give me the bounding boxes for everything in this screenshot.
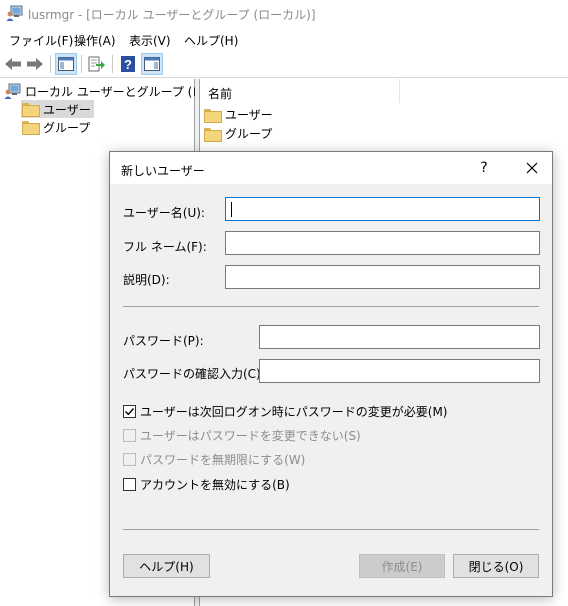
checkbox-label: アカウントを無効にする(B) (140, 478, 290, 492)
confirm-password-input[interactable] (259, 359, 540, 383)
tree-item-groups[interactable]: グループ (21, 118, 93, 136)
description-input[interactable] (225, 265, 540, 289)
tree-item-label: グループ (43, 120, 91, 135)
back-arrow-icon (5, 58, 21, 70)
must-change-password-checkbox[interactable]: ユーザーは次回ログオン時にパスワードの変更が必要(M) (123, 403, 447, 420)
list-item[interactable]: グループ (204, 125, 272, 142)
column-header-label: 名前 (208, 87, 233, 101)
checkbox-label: パスワードを無期限にする(W) (140, 453, 306, 467)
dialog-title: 新しいユーザー (121, 164, 205, 178)
show-hide-console-tree-button[interactable] (55, 53, 77, 75)
tree-item-label: ユーザー (43, 102, 91, 117)
password-never-expires-checkbox[interactable]: パスワードを無期限にする(W) (123, 451, 305, 468)
tree-item-users[interactable]: ユーザー (21, 100, 94, 118)
question-mark-icon: ? (480, 160, 488, 176)
menu-view[interactable]: 表示(V) (129, 32, 171, 49)
menu-bar: ファイル(F) 操作(A) 表示(V) ヘルプ(H) (0, 28, 568, 50)
divider (123, 306, 539, 307)
dialog-close-button[interactable] (514, 152, 550, 184)
fullname-label: フル ネーム(F): (123, 240, 207, 254)
toolbar-separator (81, 55, 82, 73)
checkbox-box (123, 429, 136, 442)
dialog-titlebar: 新しいユーザー ? (110, 152, 552, 184)
forward-arrow-icon (27, 58, 43, 70)
folder-icon (22, 121, 40, 135)
text-caret (231, 202, 232, 217)
username-label: ユーザー名(U): (123, 206, 205, 220)
account-disabled-checkbox[interactable]: アカウントを無効にする(B) (123, 476, 290, 493)
menu-help[interactable]: ヘルプ(H) (184, 32, 238, 49)
toolbar-separator (112, 55, 113, 73)
list-item-label: グループ (225, 127, 273, 141)
description-label: 説明(D): (123, 273, 170, 287)
close-button[interactable]: 閉じる(O) (453, 554, 539, 578)
show-hide-action-pane-button[interactable] (141, 53, 163, 75)
close-icon (526, 162, 538, 174)
folder-icon (204, 108, 222, 123)
users-computer-icon (6, 5, 23, 21)
help-toolbar-button[interactable]: ? (117, 53, 139, 75)
toolbar: ? (0, 50, 568, 78)
back-button[interactable] (2, 53, 24, 75)
checkmark-icon (125, 408, 135, 416)
users-computer-icon (4, 83, 21, 99)
window-title: lusrmgr - [ローカル ユーザーとグループ (ローカル)] (28, 8, 316, 22)
menu-action[interactable]: 操作(A) (74, 32, 116, 49)
export-list-icon (88, 56, 105, 72)
cannot-change-password-checkbox[interactable]: ユーザーはパスワードを変更できない(S) (123, 427, 361, 444)
column-header-name[interactable]: 名前 (200, 79, 400, 103)
toolbar-separator (50, 55, 51, 73)
forward-button[interactable] (24, 53, 46, 75)
export-list-button[interactable] (86, 53, 108, 75)
folder-icon (22, 103, 40, 117)
checkbox-label: ユーザーはパスワードを変更できない(S) (140, 429, 361, 443)
checkbox-label: ユーザーは次回ログオン時にパスワードの変更が必要(M) (140, 405, 448, 419)
create-button[interactable]: 作成(E) (359, 554, 445, 578)
show-hide-console-tree-icon (58, 57, 74, 71)
checkbox-box (123, 405, 136, 418)
username-input[interactable] (225, 197, 540, 221)
folder-icon (204, 127, 222, 142)
window-titlebar: lusrmgr - [ローカル ユーザーとグループ (ローカル)] (0, 0, 568, 28)
checkbox-box (123, 453, 136, 466)
list-item-label: ユーザー (225, 108, 273, 122)
password-input[interactable] (259, 325, 540, 349)
help-button[interactable]: ヘルプ(H) (123, 554, 210, 578)
show-hide-action-pane-icon (144, 57, 160, 71)
new-user-dialog: 新しいユーザー ? ユーザー名(U): フル ネーム(F): 説明(D): パス… (109, 151, 553, 597)
checkbox-box (123, 478, 136, 491)
fullname-input[interactable] (225, 231, 540, 255)
menu-file[interactable]: ファイル(F) (9, 32, 73, 49)
help-icon: ? (121, 56, 135, 72)
dialog-help-button[interactable]: ? (470, 152, 498, 184)
svg-text:?: ? (124, 57, 132, 72)
password-label: パスワード(P): (123, 334, 204, 348)
divider (123, 529, 539, 530)
list-item[interactable]: ユーザー (204, 106, 273, 123)
confirm-password-label: パスワードの確認入力(C): (123, 367, 265, 381)
